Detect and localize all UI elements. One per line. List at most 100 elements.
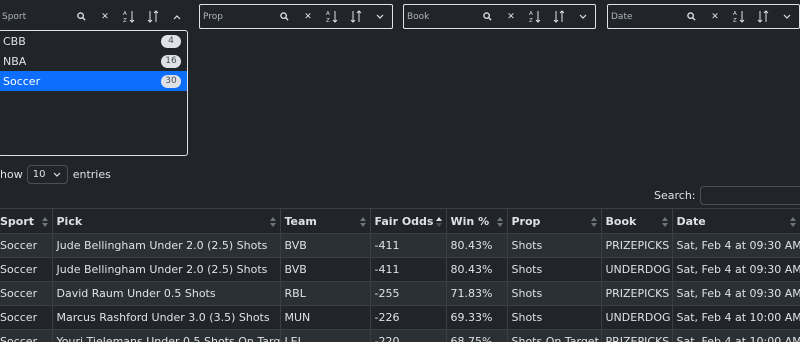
picks-table: Sport Pick Team Fair Odds Win % Prop Boo… <box>0 208 800 342</box>
cell-team: BVB <box>279 233 371 258</box>
cell-prop: Shots <box>506 233 602 258</box>
cell-team: LEI <box>279 329 371 342</box>
table-row[interactable]: Soccer Jude Bellingham Under 2.0 (2.5) S… <box>0 257 800 282</box>
table-row[interactable]: Soccer David Raum Under 0.5 Shots RBL -2… <box>0 281 800 306</box>
table-search: Search: <box>654 186 800 205</box>
cell-date: Sat, Feb 4 at 09:30 AM <box>671 281 800 306</box>
cell-fair-odds: -255 <box>369 281 447 306</box>
column-header-win-pct[interactable]: Win % <box>445 208 508 234</box>
cell-sport: Soccer <box>0 233 53 258</box>
sort-numeric-icon[interactable] <box>751 5 775 28</box>
cell-book: UNDERDOG <box>600 305 673 330</box>
book-filter-label: Book <box>407 11 430 22</box>
cell-win-pct: 80.43% <box>445 233 508 258</box>
chevron-down-icon[interactable] <box>775 5 799 28</box>
cell-sport: Soccer <box>0 281 53 306</box>
cell-book: UNDERDOG <box>600 257 673 282</box>
chevron-down-icon[interactable] <box>571 5 595 28</box>
svg-text:A: A <box>733 11 737 17</box>
table-header-row: Sport Pick Team Fair Odds Win % Prop Boo… <box>0 208 800 234</box>
column-header-label: Pick <box>56 214 83 228</box>
column-header-date[interactable]: Date <box>671 208 800 234</box>
dropdown-item-cbb[interactable]: CBB 4 <box>0 31 187 51</box>
length-suffix: entries <box>72 168 111 181</box>
clear-icon[interactable]: ✕ <box>296 5 320 28</box>
count-badge: 30 <box>161 74 181 88</box>
count-badge: 4 <box>161 34 181 48</box>
cell-prop: Shots <box>506 281 602 306</box>
sort-numeric-icon[interactable] <box>547 5 571 28</box>
svg-text:A: A <box>326 11 330 17</box>
clear-icon[interactable]: ✕ <box>499 5 523 28</box>
search-icon[interactable] <box>475 5 499 28</box>
column-header-book[interactable]: Book <box>600 208 673 234</box>
dropdown-item-label: Soccer <box>3 74 41 88</box>
column-header-label: Sport <box>0 214 35 228</box>
page-length-select[interactable]: 10 <box>26 165 68 184</box>
cell-prop: Shots <box>506 305 602 330</box>
cell-sport: Soccer <box>0 329 53 342</box>
sort-numeric-icon[interactable] <box>141 5 165 28</box>
sport-filter[interactable]: Sport ✕ AZ <box>0 4 190 29</box>
dropdown-item-nba[interactable]: NBA 16 <box>0 51 187 71</box>
search-icon[interactable] <box>69 5 93 28</box>
chevron-down-icon <box>53 172 67 178</box>
cell-pick: David Raum Under 0.5 Shots <box>51 281 281 306</box>
cell-fair-odds: -411 <box>369 257 447 282</box>
sort-icon <box>590 217 597 227</box>
book-filter[interactable]: Book ✕ AZ <box>403 4 596 29</box>
table-row[interactable]: Soccer Marcus Rashford Under 3.0 (3.5) S… <box>0 305 800 330</box>
cell-win-pct: 68.75% <box>445 329 508 342</box>
cell-pick: Youri Tielemans Under 0.5 Shots On Targe… <box>51 329 281 342</box>
cell-sport: Soccer <box>0 257 53 282</box>
sort-alpha-icon[interactable]: AZ <box>117 5 141 28</box>
column-header-prop[interactable]: Prop <box>506 208 602 234</box>
table-row[interactable]: Soccer Youri Tielemans Under 0.5 Shots O… <box>0 329 800 342</box>
cell-pick: Jude Bellingham Under 2.0 (2.5) Shots <box>51 233 281 258</box>
date-filter[interactable]: Date ✕ AZ <box>607 4 800 29</box>
sort-alpha-icon[interactable]: AZ <box>320 5 344 28</box>
chevron-down-icon[interactable] <box>368 5 392 28</box>
cell-team: RBL <box>279 281 371 306</box>
clear-icon[interactable]: ✕ <box>703 5 727 28</box>
cell-date: Sat, Feb 4 at 10:00 AM <box>671 329 800 342</box>
search-icon[interactable] <box>272 5 296 28</box>
column-header-label: Prop <box>511 214 541 228</box>
chevron-up-icon[interactable] <box>165 5 189 28</box>
svg-text:Z: Z <box>123 18 127 23</box>
clear-icon[interactable]: ✕ <box>93 5 117 28</box>
sort-icon <box>789 217 796 227</box>
svg-text:A: A <box>529 11 533 17</box>
length-prefix: how <box>0 168 23 181</box>
cell-pick: Jude Bellingham Under 2.0 (2.5) Shots <box>51 257 281 282</box>
prop-filter-label: Prop <box>203 11 223 22</box>
cell-book: PRIZEPICKS <box>600 329 673 342</box>
cell-date: Sat, Feb 4 at 09:30 AM <box>671 257 800 282</box>
column-header-fair-odds[interactable]: Fair Odds <box>369 208 447 234</box>
sort-numeric-icon[interactable] <box>344 5 368 28</box>
table-row[interactable]: Soccer Jude Bellingham Under 2.0 (2.5) S… <box>0 233 800 258</box>
search-label: Search: <box>654 189 696 202</box>
dropdown-item-label: NBA <box>3 54 27 68</box>
search-icon[interactable] <box>679 5 703 28</box>
cell-win-pct: 80.43% <box>445 257 508 282</box>
svg-text:Z: Z <box>733 18 737 23</box>
cell-date: Sat, Feb 4 at 10:00 AM <box>671 305 800 330</box>
column-header-label: Fair Odds <box>374 214 434 228</box>
sort-ascending-icon <box>435 217 442 227</box>
sort-icon <box>496 217 503 227</box>
column-header-sport[interactable]: Sport <box>0 208 53 234</box>
search-input[interactable] <box>699 186 800 205</box>
prop-filter[interactable]: Prop ✕ AZ <box>199 4 393 29</box>
column-header-team[interactable]: Team <box>279 208 371 234</box>
sort-alpha-icon[interactable]: AZ <box>727 5 751 28</box>
sport-filter-dropdown: CBB 4 NBA 16 Soccer 30 <box>0 30 188 156</box>
cell-pick: Marcus Rashford Under 3.0 (3.5) Shots <box>51 305 281 330</box>
sort-icon <box>661 217 668 227</box>
sort-alpha-icon[interactable]: AZ <box>523 5 547 28</box>
sport-filter-label: Sport <box>2 11 27 22</box>
cell-win-pct: 69.33% <box>445 305 508 330</box>
column-header-pick[interactable]: Pick <box>51 208 281 234</box>
sort-icon <box>359 217 366 227</box>
dropdown-item-soccer[interactable]: Soccer 30 <box>0 71 187 91</box>
